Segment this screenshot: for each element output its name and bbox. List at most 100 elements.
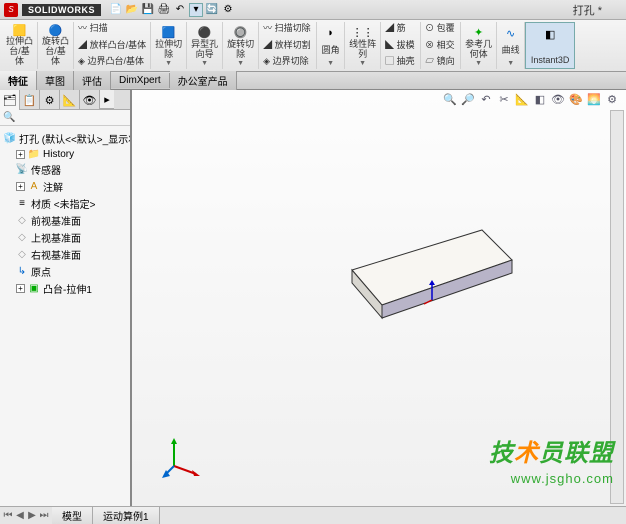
- prev-view-icon[interactable]: ↶: [478, 92, 494, 106]
- heads-up-toolbar: 🔍 🔎 ↶ ✂ 📐 ◧ 👁 🎨 🌅 ⚙: [442, 92, 620, 106]
- model-tab[interactable]: 模型: [52, 507, 93, 524]
- zoom-area-icon[interactable]: 🔎: [460, 92, 476, 106]
- tree-annotations[interactable]: +A注解: [2, 178, 128, 195]
- prev-icon[interactable]: ◀: [14, 510, 26, 521]
- options-icon[interactable]: ⚙: [221, 3, 235, 17]
- expand-icon[interactable]: +: [16, 284, 25, 293]
- expand-icon[interactable]: +: [16, 150, 25, 159]
- tree-history[interactable]: +📁History: [2, 147, 128, 161]
- loft-icon: ◢: [78, 40, 87, 50]
- chevron-down-icon: ▼: [201, 60, 208, 67]
- sweep-loft-group[interactable]: 〰 扫描 ◢ 放样凸台/基体 ◈ 边界凸台/基体: [74, 22, 151, 69]
- tab-features[interactable]: 特征: [0, 71, 37, 90]
- tab-dimxpert[interactable]: DimXpert: [111, 73, 170, 88]
- manager-tabs: 🗂 📋 ⚙ 📐 👁 ▸: [0, 90, 130, 110]
- status-bar: ⏮ ◀ ▶ ⏭ 模型 运动算例1: [0, 506, 626, 524]
- rib-icon: ◢: [385, 23, 394, 33]
- fillet-button[interactable]: ◗ 圆角 ▼: [317, 22, 345, 69]
- revolve-boss-button[interactable]: 🔵 旋转凸 台/基 体: [38, 22, 74, 69]
- chevron-down-icon: ▼: [327, 60, 334, 67]
- boundary-icon: ◈: [78, 56, 85, 66]
- section-view-icon[interactable]: ✂: [496, 92, 512, 106]
- view-triad-icon: [162, 436, 202, 476]
- last-icon[interactable]: ⏭: [38, 510, 50, 521]
- tree-sensors[interactable]: 📡传感器: [2, 161, 128, 178]
- config-tab[interactable]: ⚙: [40, 90, 60, 110]
- part-icon: 🧊: [4, 133, 16, 145]
- chevron-down-icon: ▼: [507, 60, 514, 67]
- extrude-cut-icon: 🟦: [160, 24, 178, 40]
- motion-nav: ⏮ ◀ ▶ ⏭: [0, 510, 52, 521]
- revolve-cut-icon: 🔘: [232, 24, 250, 40]
- tree-material[interactable]: ≡材质 <未指定>: [2, 195, 128, 212]
- revolve-cut-button[interactable]: 🔘 旋转切 除 ▼: [223, 22, 259, 69]
- tree-origin[interactable]: ↳原点: [2, 263, 128, 280]
- new-icon[interactable]: 📄: [109, 3, 123, 17]
- view-orientation-icon[interactable]: 📐: [514, 92, 530, 106]
- open-icon[interactable]: 📂: [125, 3, 139, 17]
- feature-manager: 🗂 📋 ⚙ 📐 👁 ▸ 🔍 🧊打孔 (默认<<默认>_显示状态 +📁Histor…: [0, 90, 132, 506]
- instant3d-button[interactable]: ◧ Instant3D: [525, 22, 575, 69]
- tree-right-plane[interactable]: ◇右视基准面: [2, 246, 128, 263]
- tree-front-plane[interactable]: ◇前视基准面: [2, 212, 128, 229]
- filter-bar[interactable]: 🔍: [0, 110, 130, 126]
- undo-icon[interactable]: ↶: [173, 3, 187, 17]
- workspace: 🗂 📋 ⚙ 📐 👁 ▸ 🔍 🧊打孔 (默认<<默认>_显示状态 +📁Histor…: [0, 90, 626, 506]
- tree-top-plane[interactable]: ◇上视基准面: [2, 229, 128, 246]
- print-icon[interactable]: 🖨: [157, 3, 171, 17]
- titlebar: S SOLIDWORKS 📄 📂 💾 🖨 ↶ ▾ 🔄 ⚙ 打孔 *: [0, 0, 626, 20]
- curves-button[interactable]: ∿ 曲线 ▼: [497, 22, 525, 69]
- wrap-intersect-group[interactable]: ⊙ 包覆 ⊗ 相交 ▱ 镜向: [421, 22, 461, 69]
- tree-extrude1[interactable]: +▣凸台-拉伸1: [2, 280, 128, 297]
- loft-cut-icon: ◢: [263, 40, 272, 50]
- sweep-cut-group[interactable]: 〰 扫描切除 ◢ 放样切割 ◈ 边界切除: [259, 22, 317, 69]
- watermark-logo: 技术员联盟: [489, 433, 614, 468]
- wrap-icon: ⊙: [425, 23, 434, 33]
- extrude-boss-button[interactable]: 🟨 拉伸凸 台/基 体: [2, 22, 38, 69]
- next-icon[interactable]: ▶: [26, 510, 38, 521]
- command-tabs: 特征 草图 评估 DimXpert 办公室产品: [0, 72, 626, 90]
- hole-wizard-icon: ⚫: [196, 24, 214, 40]
- tree-root[interactable]: 🧊打孔 (默认<<默认>_显示状态: [2, 130, 128, 147]
- quick-access-toolbar: 📄 📂 💾 🖨 ↶ ▾ 🔄 ⚙: [109, 3, 235, 17]
- hide-show-icon[interactable]: 👁: [550, 92, 566, 106]
- linear-pattern-button[interactable]: ⋮⋮ 线性阵 列 ▼: [345, 22, 381, 69]
- reference-geometry-button[interactable]: ✦ 参考几 何体 ▼: [461, 22, 497, 69]
- dimxpert-tab[interactable]: 📐: [60, 90, 80, 110]
- reference-icon: ✦: [470, 24, 488, 40]
- property-tab[interactable]: 📋: [20, 90, 40, 110]
- feature-tree-tab[interactable]: 🗂: [0, 90, 20, 110]
- view-settings-icon[interactable]: ⚙: [604, 92, 620, 106]
- scene-icon[interactable]: 🌅: [586, 92, 602, 106]
- tab-evaluate[interactable]: 评估: [74, 71, 111, 90]
- display-tab[interactable]: 👁: [80, 90, 100, 110]
- document-name: 打孔 *: [573, 2, 622, 18]
- shell-icon: ▢: [385, 56, 394, 66]
- 3d-viewport[interactable]: 🔍 🔎 ↶ ✂ 📐 ◧ 👁 🎨 🌅 ⚙ 技: [132, 90, 626, 506]
- fillet-icon: ◗: [322, 24, 340, 42]
- zoom-fit-icon[interactable]: 🔍: [442, 92, 458, 106]
- instant3d-icon: ◧: [541, 25, 559, 43]
- chevron-down-icon: ▼: [359, 60, 366, 67]
- material-icon: ≡: [16, 198, 28, 210]
- flyout-icon[interactable]: ▸: [100, 90, 114, 109]
- motion-study-tab[interactable]: 运动算例1: [93, 507, 160, 524]
- plane-icon: ◇: [16, 249, 28, 261]
- feature-tree: 🧊打孔 (默认<<默认>_显示状态 +📁History 📡传感器 +A注解 ≡材…: [0, 126, 130, 506]
- ribbon: 🟨 拉伸凸 台/基 体 🔵 旋转凸 台/基 体 〰 扫描 ◢ 放样凸台/基体 ◈…: [0, 20, 626, 72]
- rebuild-icon[interactable]: 🔄: [205, 3, 219, 17]
- first-icon[interactable]: ⏮: [2, 510, 14, 521]
- tab-office[interactable]: 办公室产品: [170, 71, 237, 90]
- select-icon[interactable]: ▾: [189, 3, 203, 17]
- curves-icon: ∿: [502, 24, 520, 42]
- rib-draft-group[interactable]: ◢ 筋 ◣ 拔模 ▢ 抽壳: [381, 22, 421, 69]
- display-style-icon[interactable]: ◧: [532, 92, 548, 106]
- extrude-feature-icon: ▣: [28, 283, 40, 295]
- tab-sketch[interactable]: 草图: [37, 71, 74, 90]
- appearance-icon[interactable]: 🎨: [568, 92, 584, 106]
- hole-wizard-button[interactable]: ⚫ 异型孔 向导 ▼: [187, 22, 223, 69]
- chevron-down-icon: ▼: [475, 60, 482, 67]
- save-icon[interactable]: 💾: [141, 3, 155, 17]
- expand-icon[interactable]: +: [16, 182, 25, 191]
- extrude-cut-button[interactable]: 🟦 拉伸切 除 ▼: [151, 22, 187, 69]
